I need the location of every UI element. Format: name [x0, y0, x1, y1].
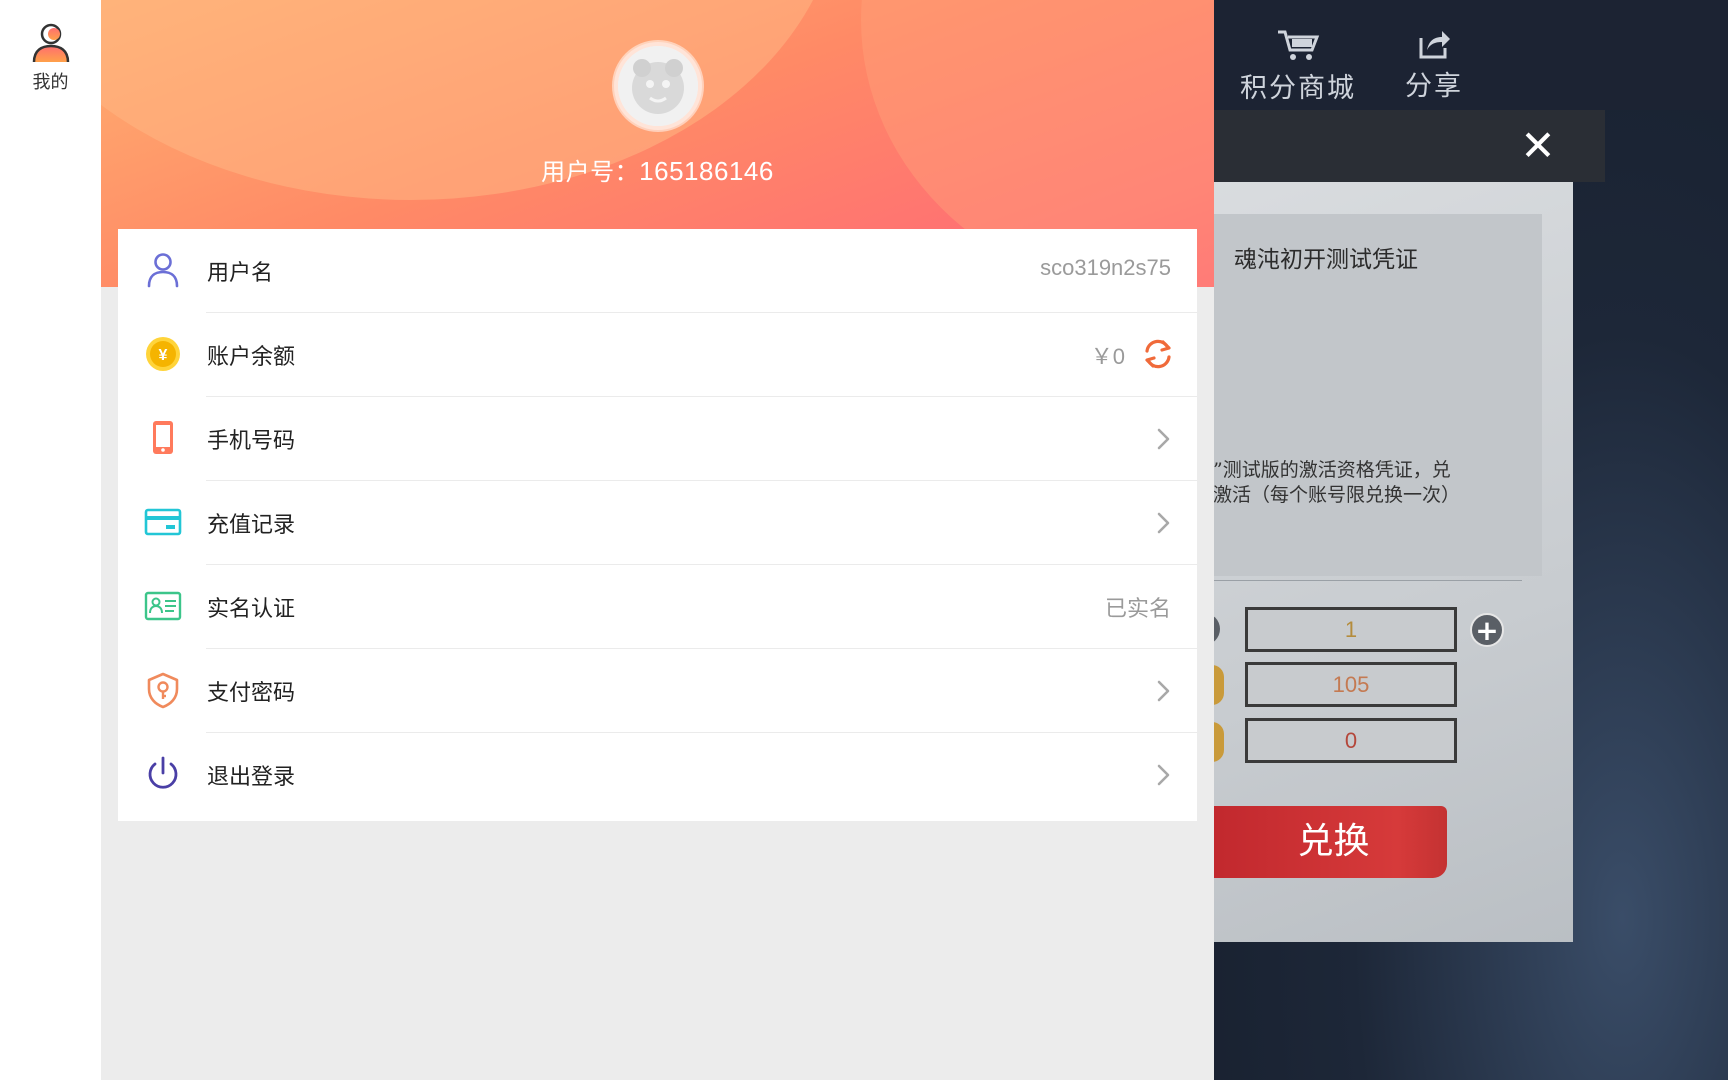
avatar[interactable]: [614, 42, 702, 130]
price-field: 105: [1245, 662, 1457, 707]
points-shop-label: 积分商城: [1240, 73, 1356, 104]
menu-row-label: 退出登录: [207, 765, 296, 790]
menu-row-label: 支付密码: [207, 681, 296, 706]
game-item-title: 魂沌初开测试凭证: [1234, 247, 1418, 273]
share-button[interactable]: 分享: [1405, 28, 1463, 103]
menu-row-label: 实名认证: [207, 597, 296, 622]
menu-row-pay-password[interactable]: 支付密码: [118, 649, 1197, 733]
game-item-description: 开”测试版的激活资格凭证，兑 动激活（每个账号限兑换一次）: [1200, 458, 1460, 508]
card-icon: [144, 508, 182, 536]
quantity-field[interactable]: 1: [1245, 607, 1457, 652]
side-nav: 我的: [0, 0, 101, 1080]
user-icon: [32, 23, 69, 63]
menu-row-recharge-history[interactable]: 充值记录: [118, 481, 1197, 565]
menu-row-label: 用户名: [207, 261, 274, 286]
user-id-value: 165186146: [639, 156, 774, 186]
menu-row-real-name[interactable]: 实名认证 已实名: [118, 565, 1197, 649]
menu-row-label: 充值记录: [207, 513, 296, 538]
chevron-right-icon: [1157, 764, 1170, 786]
user-id-label: 用户号：: [541, 158, 640, 186]
points-shop-button[interactable]: 积分商城: [1240, 28, 1356, 105]
account-menu: 用户名 sco319n2s75 ¥ 账户余额 ￥0 手机号码 充值记录 实名认证…: [118, 229, 1197, 821]
nav-item-me-label: 我的: [32, 72, 69, 93]
username-value: sco319n2s75: [1040, 255, 1171, 280]
menu-row-username[interactable]: 用户名 sco319n2s75: [118, 229, 1197, 313]
game-divider: [1200, 580, 1522, 581]
redeem-button[interactable]: 兑换: [1200, 806, 1447, 878]
menu-row-label: 手机号码: [207, 429, 296, 454]
menu-row-logout[interactable]: 退出登录: [118, 733, 1197, 817]
increase-quantity-button[interactable]: +: [1470, 613, 1504, 647]
balance-value: ￥0: [1090, 344, 1125, 369]
share-label: 分享: [1405, 71, 1463, 102]
chevron-right-icon: [1157, 512, 1170, 534]
menu-row-phone[interactable]: 手机号码: [118, 397, 1197, 481]
shield-key-icon: [147, 672, 179, 709]
menu-row-balance: ¥ 账户余额 ￥0: [118, 313, 1197, 397]
game-desc-line-2: 动激活（每个账号限兑换一次）: [1200, 484, 1461, 506]
game-background: 积分商城 分享 ✕ 魂沌初开测试凭证 开”测试版的激活资格凭证，兑 动激活（每个…: [1200, 0, 1728, 1080]
game-desc-line-1: 开”测试版的激活资格凭证，兑: [1200, 459, 1451, 481]
chevron-right-icon: [1157, 680, 1170, 702]
user-outline-icon: [147, 253, 179, 288]
id-card-icon: [144, 591, 182, 621]
power-icon: [148, 756, 178, 789]
refresh-icon[interactable]: [1141, 337, 1175, 371]
menu-row-label: 账户余额: [207, 345, 296, 370]
chevron-right-icon: [1157, 428, 1170, 450]
nav-item-me[interactable]: 我的: [0, 22, 101, 94]
phone-icon: [153, 421, 173, 454]
cart-icon: [1278, 30, 1320, 60]
avatar-image: [618, 46, 698, 126]
svg-text:¥: ¥: [159, 347, 168, 364]
real-name-status: 已实名: [1104, 597, 1171, 622]
share-icon: [1419, 31, 1450, 59]
user-id: 用户号：165186146: [101, 152, 1214, 187]
balance-field: 0: [1245, 718, 1457, 763]
account-drawer: 用户号：165186146 用户名 sco319n2s75 ¥ 账户余额 ￥0: [101, 0, 1214, 1080]
game-top-bar: 积分商城 分享: [1200, 0, 1728, 110]
coin-icon: ¥: [146, 337, 180, 371]
game-close-icon[interactable]: ✕: [1518, 125, 1558, 167]
